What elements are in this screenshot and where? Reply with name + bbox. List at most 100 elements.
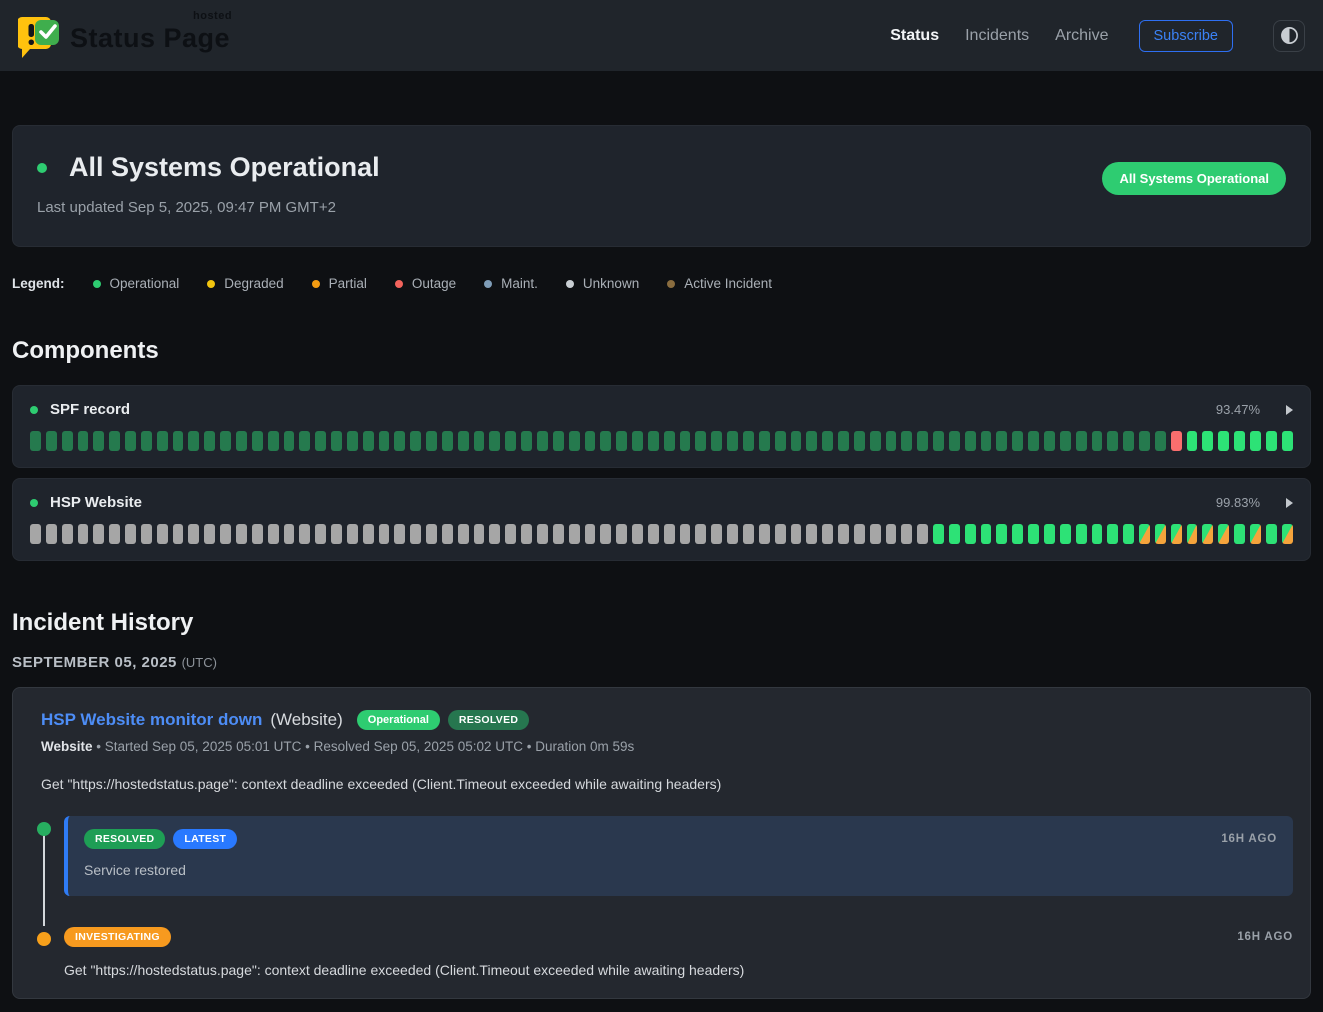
uptime-bar-operational_past[interactable] bbox=[632, 431, 643, 451]
uptime-bar-unknown[interactable] bbox=[157, 524, 168, 544]
uptime-bar-operational_past[interactable] bbox=[965, 431, 976, 451]
uptime-bar-operational[interactable] bbox=[1028, 524, 1039, 544]
uptime-bar-unknown[interactable] bbox=[30, 524, 41, 544]
uptime-bar-operational[interactable] bbox=[1234, 524, 1245, 544]
uptime-bar-unknown[interactable] bbox=[727, 524, 738, 544]
incident-title-link[interactable]: HSP Website monitor down bbox=[41, 710, 262, 730]
uptime-bar-operational[interactable] bbox=[981, 524, 992, 544]
uptime-bar-operational_past[interactable] bbox=[442, 431, 453, 451]
uptime-bar-operational_past[interactable] bbox=[1155, 431, 1166, 451]
uptime-bar-operational_past[interactable] bbox=[981, 431, 992, 451]
uptime-bar-unknown[interactable] bbox=[284, 524, 295, 544]
uptime-bar-operational[interactable] bbox=[1092, 524, 1103, 544]
uptime-bar-operational_past[interactable] bbox=[933, 431, 944, 451]
uptime-bar-operational_past[interactable] bbox=[141, 431, 152, 451]
uptime-bar-partial[interactable] bbox=[1155, 524, 1166, 544]
uptime-bar-operational_past[interactable] bbox=[1092, 431, 1103, 451]
uptime-bar-operational[interactable] bbox=[965, 524, 976, 544]
uptime-bar-operational_past[interactable] bbox=[711, 431, 722, 451]
uptime-bar-partial[interactable] bbox=[1139, 524, 1150, 544]
uptime-bar-unknown[interactable] bbox=[315, 524, 326, 544]
uptime-bar-operational_past[interactable] bbox=[1076, 431, 1087, 451]
uptime-bar-partial[interactable] bbox=[1250, 524, 1261, 544]
uptime-bar-unknown[interactable] bbox=[379, 524, 390, 544]
uptime-bar-operational_past[interactable] bbox=[727, 431, 738, 451]
uptime-bar-unknown[interactable] bbox=[188, 524, 199, 544]
uptime-bar-unknown[interactable] bbox=[695, 524, 706, 544]
uptime-bar-unknown[interactable] bbox=[505, 524, 516, 544]
uptime-bar-operational_past[interactable] bbox=[886, 431, 897, 451]
uptime-bar-operational_past[interactable] bbox=[252, 431, 263, 451]
uptime-bar-operational_past[interactable] bbox=[949, 431, 960, 451]
uptime-bar-unknown[interactable] bbox=[711, 524, 722, 544]
uptime-bar-operational_past[interactable] bbox=[109, 431, 120, 451]
uptime-bars[interactable] bbox=[30, 524, 1293, 544]
uptime-bar-unknown[interactable] bbox=[474, 524, 485, 544]
uptime-bar-operational_past[interactable] bbox=[616, 431, 627, 451]
uptime-bar-operational_past[interactable] bbox=[917, 431, 928, 451]
uptime-bar-unknown[interactable] bbox=[537, 524, 548, 544]
uptime-bar-operational_past[interactable] bbox=[347, 431, 358, 451]
uptime-bar-partial[interactable] bbox=[1282, 524, 1293, 544]
uptime-bar-operational_past[interactable] bbox=[822, 431, 833, 451]
uptime-bar-outage[interactable] bbox=[1171, 431, 1182, 451]
uptime-bar-operational[interactable] bbox=[933, 524, 944, 544]
uptime-bar-operational_past[interactable] bbox=[759, 431, 770, 451]
uptime-bar-operational_past[interactable] bbox=[1044, 431, 1055, 451]
uptime-bar-unknown[interactable] bbox=[62, 524, 73, 544]
expand-arrow-icon[interactable] bbox=[1286, 498, 1293, 508]
uptime-bar-unknown[interactable] bbox=[252, 524, 263, 544]
uptime-bar-unknown[interactable] bbox=[268, 524, 279, 544]
uptime-bar-operational_past[interactable] bbox=[394, 431, 405, 451]
uptime-bar-operational[interactable] bbox=[1266, 431, 1277, 451]
uptime-bar-operational_past[interactable] bbox=[870, 431, 881, 451]
uptime-bar-operational_past[interactable] bbox=[648, 431, 659, 451]
uptime-bar-unknown[interactable] bbox=[664, 524, 675, 544]
uptime-bar-operational[interactable] bbox=[1107, 524, 1118, 544]
uptime-bar-unknown[interactable] bbox=[521, 524, 532, 544]
uptime-bar-unknown[interactable] bbox=[632, 524, 643, 544]
uptime-bar-operational[interactable] bbox=[1060, 524, 1071, 544]
uptime-bar-operational_past[interactable] bbox=[410, 431, 421, 451]
uptime-bar-unknown[interactable] bbox=[173, 524, 184, 544]
uptime-bar-unknown[interactable] bbox=[204, 524, 215, 544]
uptime-bar-operational_past[interactable] bbox=[791, 431, 802, 451]
uptime-bar-operational_past[interactable] bbox=[505, 431, 516, 451]
uptime-bar-operational_past[interactable] bbox=[363, 431, 374, 451]
uptime-bar-unknown[interactable] bbox=[394, 524, 405, 544]
uptime-bar-unknown[interactable] bbox=[410, 524, 421, 544]
subscribe-button[interactable]: Subscribe bbox=[1139, 20, 1233, 52]
uptime-bar-unknown[interactable] bbox=[109, 524, 120, 544]
uptime-bars[interactable] bbox=[30, 431, 1293, 451]
uptime-bar-unknown[interactable] bbox=[489, 524, 500, 544]
uptime-bar-operational_past[interactable] bbox=[331, 431, 342, 451]
uptime-bar-operational_past[interactable] bbox=[220, 431, 231, 451]
uptime-bar-unknown[interactable] bbox=[743, 524, 754, 544]
uptime-bar-unknown[interactable] bbox=[236, 524, 247, 544]
uptime-bar-operational_past[interactable] bbox=[585, 431, 596, 451]
uptime-bar-unknown[interactable] bbox=[775, 524, 786, 544]
uptime-bar-unknown[interactable] bbox=[585, 524, 596, 544]
uptime-bar-operational[interactable] bbox=[996, 524, 1007, 544]
uptime-bar-operational_past[interactable] bbox=[315, 431, 326, 451]
uptime-bar-operational_past[interactable] bbox=[521, 431, 532, 451]
uptime-bar-operational_past[interactable] bbox=[996, 431, 1007, 451]
uptime-bar-operational_past[interactable] bbox=[204, 431, 215, 451]
uptime-bar-operational_past[interactable] bbox=[806, 431, 817, 451]
uptime-bar-unknown[interactable] bbox=[553, 524, 564, 544]
uptime-bar-operational_past[interactable] bbox=[157, 431, 168, 451]
uptime-bar-operational[interactable] bbox=[1044, 524, 1055, 544]
uptime-bar-partial[interactable] bbox=[1218, 524, 1229, 544]
uptime-bar-partial[interactable] bbox=[1202, 524, 1213, 544]
uptime-bar-operational_past[interactable] bbox=[474, 431, 485, 451]
uptime-bar-operational_past[interactable] bbox=[489, 431, 500, 451]
uptime-bar-operational_past[interactable] bbox=[695, 431, 706, 451]
uptime-bar-operational_past[interactable] bbox=[600, 431, 611, 451]
uptime-bar-operational[interactable] bbox=[1123, 524, 1134, 544]
uptime-bar-operational_past[interactable] bbox=[1123, 431, 1134, 451]
uptime-bar-operational_past[interactable] bbox=[426, 431, 437, 451]
uptime-bar-unknown[interactable] bbox=[838, 524, 849, 544]
uptime-bar-unknown[interactable] bbox=[870, 524, 881, 544]
uptime-bar-operational_past[interactable] bbox=[268, 431, 279, 451]
uptime-bar-unknown[interactable] bbox=[917, 524, 928, 544]
